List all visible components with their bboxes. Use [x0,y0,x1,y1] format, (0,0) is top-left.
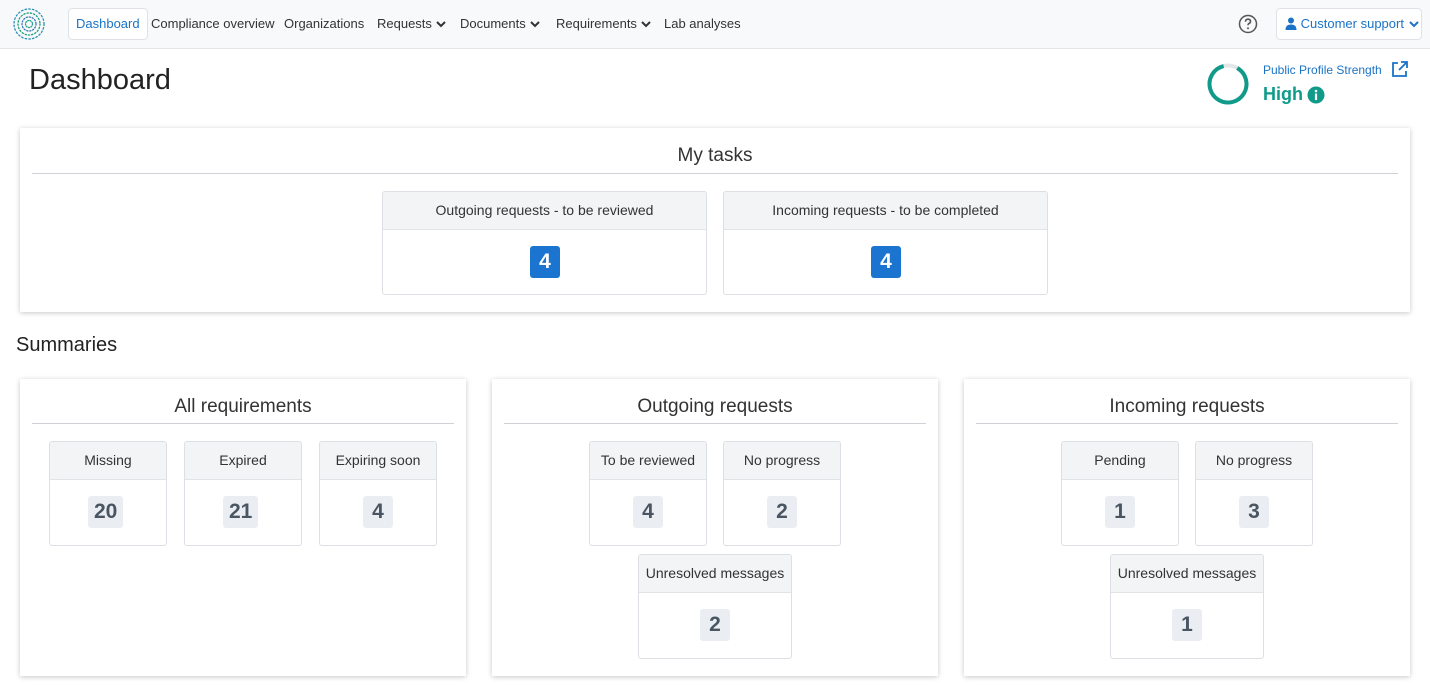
divider [504,423,926,424]
unresolved-messages-tile: Unresolved messages 1 [1110,554,1264,659]
user-icon [1285,17,1297,30]
missing-tile: Missing 20 [49,441,167,546]
my-tasks-title: My tasks [677,145,753,166]
profile-strength-link[interactable]: Public Profile Strength [1263,63,1382,77]
chevron-down-icon [1408,21,1419,28]
user-menu-button[interactable]: Customer support [1276,8,1422,40]
nav-organizations[interactable]: Organizations [277,8,371,40]
tile-count-badge[interactable]: 20 [88,496,124,528]
external-link-icon[interactable] [1390,60,1409,79]
tile-count-badge[interactable]: 4 [633,496,663,528]
all-requirements-panel: All requirements Missing 20 Expired 21 E… [20,379,466,676]
nav-documents[interactable]: Documents [453,8,548,40]
chevron-down-icon [530,21,540,28]
tile-count-badge[interactable]: 4 [871,246,901,278]
profile-strength-value: High [1263,84,1303,104]
tile-label: Outgoing requests - to be reviewed [383,192,706,230]
user-menu-label: Customer support [1300,16,1404,31]
incoming-complete-tile: Incoming requests - to be completed 4 [723,191,1048,295]
nav-lab-analyses[interactable]: Lab analyses [657,8,748,40]
nav-requests[interactable]: Requests [370,8,454,40]
summaries-heading: Summaries [16,334,118,356]
expiring-soon-tile: Expiring soon 4 [319,441,437,546]
nav-dashboard[interactable]: Dashboard [68,8,148,40]
profile-strength-ring [1207,63,1249,105]
tile-label: To be reviewed [590,442,706,480]
chevron-down-icon [641,21,651,28]
to-be-reviewed-tile: To be reviewed 4 [589,441,707,546]
help-icon[interactable] [1238,14,1258,34]
logo-icon[interactable] [12,7,46,41]
info-icon[interactable] [1307,86,1325,104]
tile-count-badge[interactable]: 3 [1239,496,1269,528]
outgoing-requests-title: Outgoing requests [637,396,793,417]
tile-label: Unresolved messages [1111,555,1263,593]
no-progress-tile: No progress 2 [723,441,841,546]
tile-label: Expired [185,442,301,480]
all-requirements-title: All requirements [174,396,312,417]
incoming-requests-panel: Incoming requests Pending 1 No progress … [964,379,1410,676]
my-tasks-panel: My tasks Outgoing requests - to be revie… [20,128,1410,312]
unresolved-messages-tile: Unresolved messages 2 [638,554,792,659]
tile-count-badge[interactable]: 1 [1105,496,1135,528]
incoming-requests-title: Incoming requests [1109,396,1265,417]
tile-count-badge[interactable]: 21 [223,496,259,528]
tile-label: Unresolved messages [639,555,791,593]
nav-documents-label: Documents [460,16,526,31]
page-title: Dashboard [29,64,171,96]
outgoing-review-tile: Outgoing requests - to be reviewed 4 [382,191,707,295]
tile-label: No progress [1196,442,1312,480]
no-progress-tile: No progress 3 [1195,441,1313,546]
tile-label: Missing [50,442,166,480]
divider [32,423,454,424]
nav-requests-label: Requests [377,16,432,31]
top-navbar: Dashboard Compliance overview Organizati… [0,0,1430,49]
divider [32,173,1398,174]
tile-label: Incoming requests - to be completed [724,192,1047,230]
tile-label: Expiring soon [320,442,436,480]
pending-tile: Pending 1 [1061,441,1179,546]
tile-count-badge[interactable]: 4 [363,496,393,528]
tile-count-badge[interactable]: 2 [767,496,797,528]
chevron-down-icon [436,21,446,28]
divider [976,423,1398,424]
tile-count-badge[interactable]: 4 [530,246,560,278]
tile-count-badge[interactable]: 2 [700,609,730,641]
tile-count-badge[interactable]: 1 [1172,609,1202,641]
outgoing-requests-panel: Outgoing requests To be reviewed 4 No pr… [492,379,938,676]
nav-requirements-label: Requirements [556,16,637,31]
nav-requirements[interactable]: Requirements [549,8,659,40]
expired-tile: Expired 21 [184,441,302,546]
nav-compliance-overview[interactable]: Compliance overview [144,8,282,40]
tile-label: No progress [724,442,840,480]
tile-label: Pending [1062,442,1178,480]
